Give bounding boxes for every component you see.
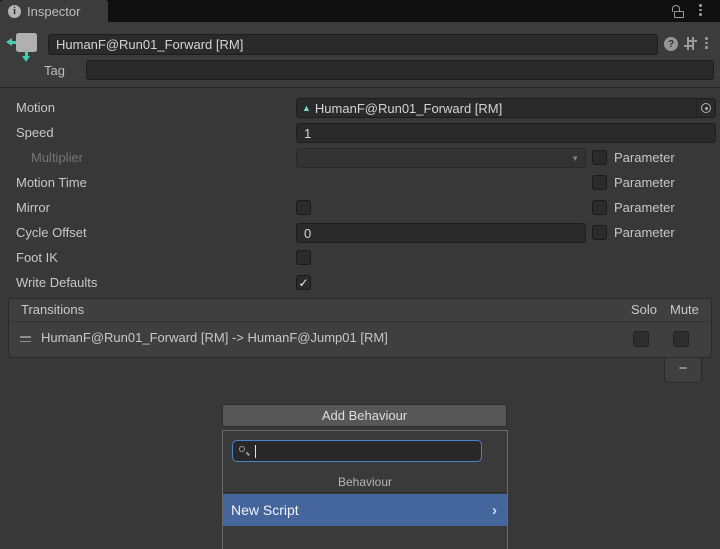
write-defaults-label: Write Defaults (16, 273, 286, 293)
mirror-label: Mirror (16, 198, 286, 218)
motion-value-text: HumanF@Run01_Forward [RM] (315, 101, 502, 116)
kebab-menu-icon[interactable] (699, 4, 702, 16)
transitions-list: Transitions Solo Mute HumanF@Run01_Forwa… (8, 298, 712, 358)
animator-state-icon (6, 30, 42, 64)
motion-time-parameter-checkbox[interactable]: ✓ (592, 175, 607, 190)
mirror-checkbox[interactable]: ✓ (296, 200, 311, 215)
presets-icon[interactable] (684, 37, 697, 50)
speed-label: Speed (16, 123, 286, 143)
inspector-header: ? Tag (0, 22, 720, 88)
motion-label: Motion (16, 98, 286, 118)
transition-row-label: HumanF@Run01_Forward [RM] -> HumanF@Jump… (41, 330, 388, 345)
solo-column-label: Solo (631, 302, 657, 317)
cycle-offset-input[interactable] (296, 223, 586, 243)
add-behaviour-button[interactable]: Add Behaviour (222, 404, 507, 427)
cycle-offset-label: Cycle Offset (16, 223, 286, 243)
mirror-parameter-checkbox[interactable]: ✓ (592, 200, 607, 215)
mute-column-label: Mute (670, 302, 699, 317)
write-defaults-checkbox[interactable]: ✓ (296, 275, 311, 290)
lock-body (674, 11, 684, 18)
chevron-down-icon: ▼ (571, 154, 579, 163)
motion-time-label: Motion Time (16, 173, 286, 193)
mirror-parameter-label: Parameter (614, 198, 675, 218)
object-picker-icon (701, 103, 711, 113)
animation-clip-icon: ▲ (302, 104, 311, 113)
multiplier-parameter-label: Parameter (614, 148, 675, 168)
tag-input[interactable] (86, 60, 714, 80)
search-icon (238, 445, 250, 457)
cycle-offset-parameter-label: Parameter (614, 223, 675, 243)
multiplier-label: Multiplier (31, 148, 301, 168)
transition-solo-checkbox[interactable]: ✓ (633, 331, 649, 347)
help-icon[interactable]: ? (664, 37, 678, 51)
behaviour-search-box[interactable] (232, 440, 482, 462)
foot-ik-checkbox[interactable]: ✓ (296, 250, 311, 265)
tab-strip: i Inspector (0, 0, 720, 22)
state-name-input[interactable] (48, 34, 658, 55)
unlock-icon[interactable] (672, 5, 686, 18)
tab-inspector[interactable]: i Inspector (0, 0, 108, 22)
kebab-menu-icon[interactable] (705, 37, 708, 49)
speed-input[interactable] (296, 123, 716, 143)
motion-time-parameter-label: Parameter (614, 173, 675, 193)
menu-item-new-script[interactable]: New Script › (223, 494, 507, 526)
multiplier-parameter-checkbox[interactable]: ✓ (592, 150, 607, 165)
behaviour-section-label: Behaviour (223, 475, 507, 489)
motion-object-value: ▲ HumanF@Run01_Forward [RM] (297, 101, 696, 116)
add-behaviour-popup: Behaviour New Script › (222, 430, 508, 549)
behaviour-search-input[interactable] (250, 444, 476, 459)
transition-row[interactable]: HumanF@Run01_Forward [RM] -> HumanF@Jump… (9, 322, 711, 357)
tag-label: Tag (44, 63, 65, 78)
divider (223, 492, 507, 493)
motion-object-field[interactable]: ▲ HumanF@Run01_Forward [RM] (296, 98, 716, 118)
remove-transition-button[interactable]: − (664, 358, 702, 383)
chevron-right-icon: › (492, 503, 497, 518)
info-icon: i (8, 5, 21, 18)
menu-item-label: New Script (231, 502, 299, 518)
cycle-offset-parameter-checkbox[interactable]: ✓ (592, 225, 607, 240)
foot-ik-label: Foot IK (16, 248, 286, 268)
transitions-title: Transitions (21, 302, 84, 317)
object-picker-button[interactable] (696, 99, 715, 117)
tab-label: Inspector (27, 4, 80, 19)
unity-inspector-window: i Inspector ? Tag Motion ▲ HumanF@Run01_… (0, 0, 720, 549)
text-cursor (255, 445, 256, 458)
multiplier-dropdown: ▼ (296, 148, 586, 168)
transition-mute-checkbox[interactable]: ✓ (673, 331, 689, 347)
drag-handle-icon[interactable] (20, 336, 31, 345)
transitions-header: Transitions Solo Mute (9, 299, 711, 322)
